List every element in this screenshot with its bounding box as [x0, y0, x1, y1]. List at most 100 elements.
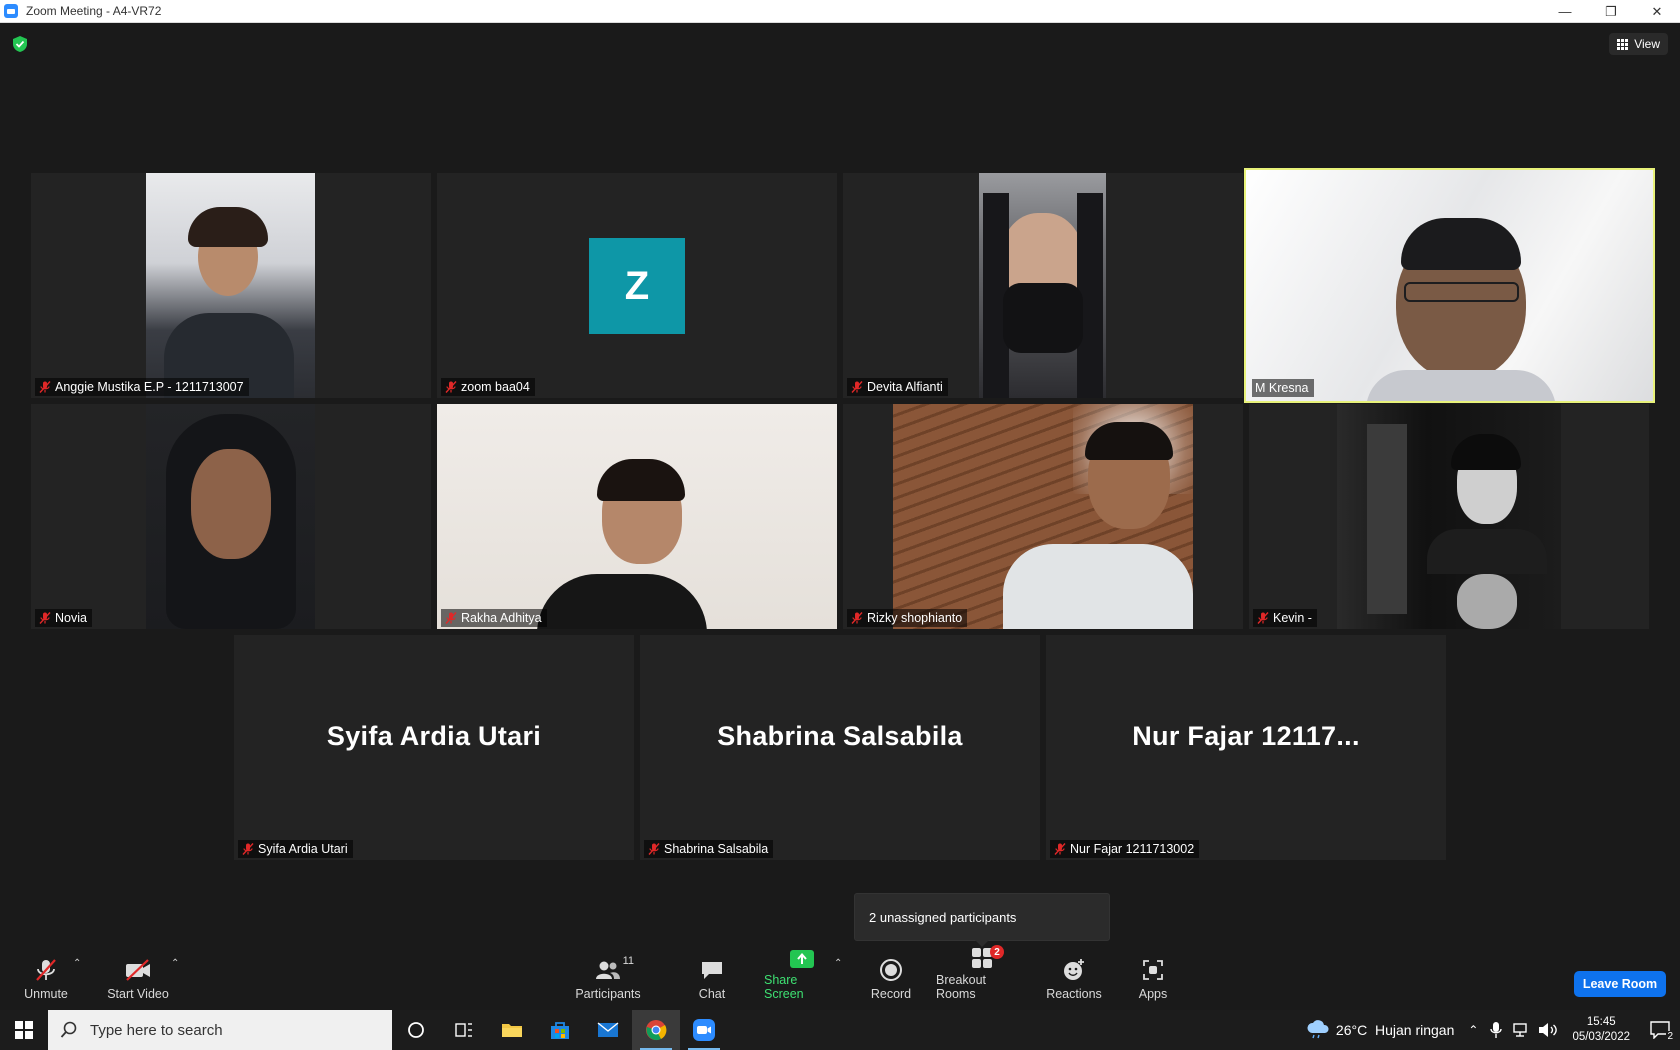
search-placeholder: Type here to search: [90, 1021, 223, 1039]
video-tile[interactable]: Devita Alfianti: [843, 173, 1243, 398]
mic-muted-icon: [648, 843, 660, 855]
participants-label: Participants: [575, 987, 641, 1001]
participants-icon: 11: [594, 955, 634, 983]
participant-avatar: Z: [589, 238, 685, 334]
network-icon[interactable]: [1512, 1022, 1530, 1038]
share-screen-icon: [788, 949, 816, 969]
windows-logo-icon: [15, 1021, 33, 1039]
reactions-button[interactable]: Reactions: [1046, 952, 1102, 1006]
participant-name: Devita Alfianti: [867, 380, 943, 394]
cortana-circle-icon: [408, 1022, 424, 1038]
video-tile[interactable]: Z zoom baa04: [437, 173, 837, 398]
chevron-up-icon[interactable]: ⌃: [1468, 1023, 1478, 1037]
video-tile-active-speaker[interactable]: M Kresna: [1244, 168, 1655, 403]
video-tile[interactable]: Anggie Mustika E.P - 1211713007: [31, 173, 431, 398]
participant-video: [146, 404, 315, 629]
share-screen-button[interactable]: Share Screen: [764, 949, 840, 1006]
participant-video: [437, 404, 837, 629]
participant-name: Anggie Mustika E.P - 1211713007: [55, 380, 244, 394]
unmute-label: Unmute: [24, 987, 68, 1001]
chat-button[interactable]: Chat: [688, 952, 736, 1006]
participant-display-name: Shabrina Salsabila: [717, 721, 963, 751]
restore-button[interactable]: ❐: [1588, 0, 1634, 23]
file-explorer-button[interactable]: [488, 1010, 536, 1050]
clock-date: 05/03/2022: [1572, 1031, 1630, 1043]
video-tile[interactable]: Kevin -: [1249, 404, 1649, 629]
participant-name-tag: Syifa Ardia Utari: [238, 840, 353, 858]
participant-name: Rizky shophianto: [867, 611, 963, 625]
notifications-button[interactable]: 2: [1640, 1010, 1680, 1050]
taskbar-clock[interactable]: 15:45 05/03/2022: [1572, 1015, 1630, 1045]
participant-video: [893, 404, 1193, 629]
video-tile[interactable]: Nur Fajar 12117... Nur Fajar 1211713002: [1046, 635, 1446, 860]
participant-name-tag: Shabrina Salsabila: [644, 840, 774, 858]
mic-muted-icon: [445, 381, 457, 393]
audio-options-caret-icon[interactable]: ⌃: [73, 958, 81, 969]
zoom-icon: [693, 1019, 715, 1041]
chat-label: Chat: [698, 987, 726, 1001]
window-controls: — ❐ ✕: [1542, 0, 1680, 23]
windows-start-button[interactable]: [0, 1010, 48, 1050]
video-tile[interactable]: Novia: [31, 404, 431, 629]
weather-text[interactable]: 26°C Hujan ringan: [1336, 1022, 1454, 1038]
mic-muted-icon: [445, 612, 457, 624]
participant-name: Rakha Adhitya: [461, 611, 542, 625]
mail-envelope-icon: [597, 1022, 619, 1037]
participant-name: Shabrina Salsabila: [664, 842, 769, 856]
task-view-button[interactable]: [440, 1010, 488, 1050]
video-tile[interactable]: Shabrina Salsabila Shabrina Salsabila: [640, 635, 1040, 860]
cloud-rain-icon: [1307, 1020, 1329, 1039]
chrome-button[interactable]: [632, 1010, 680, 1050]
reactions-label: Reactions: [1046, 987, 1102, 1001]
view-button[interactable]: View: [1609, 33, 1668, 55]
participant-display-name: Nur Fajar 12117...: [1132, 721, 1360, 751]
breakout-rooms-icon: 2: [968, 945, 1004, 969]
mic-muted-icon: [242, 843, 254, 855]
mic-muted-icon: [1257, 612, 1269, 624]
mail-button[interactable]: [584, 1010, 632, 1050]
microsoft-store-button[interactable]: [536, 1010, 584, 1050]
view-label: View: [1634, 37, 1660, 51]
clock-time: 15:45: [1586, 1016, 1616, 1028]
store-bag-icon: [551, 1022, 569, 1039]
leave-room-button[interactable]: Leave Room: [1574, 971, 1666, 997]
participant-video: [979, 173, 1106, 398]
share-options-caret-icon[interactable]: ⌃: [834, 958, 842, 969]
breakout-rooms-label: Breakout Rooms: [936, 973, 987, 1001]
record-button[interactable]: Record: [866, 952, 916, 1006]
window-title: Zoom Meeting - A4-VR72: [26, 4, 162, 18]
participants-button[interactable]: 11 Participants: [574, 952, 642, 1006]
participant-name-tag: zoom baa04: [441, 378, 535, 396]
video-tile[interactable]: Rizky shophianto: [843, 404, 1243, 629]
zoom-taskbar-button[interactable]: [680, 1010, 728, 1050]
participant-name: zoom baa04: [461, 380, 530, 394]
breakout-rooms-button[interactable]: 2 Breakout Rooms: [936, 945, 1028, 1006]
microphone-icon[interactable]: [1490, 1021, 1503, 1039]
search-icon: [60, 1021, 77, 1038]
start-video-label: Start Video: [107, 987, 169, 1001]
taskbar-search-box[interactable]: Type here to search: [48, 1010, 392, 1050]
cortana-button[interactable]: [392, 1010, 440, 1050]
mic-muted-icon: [851, 612, 863, 624]
speaker-icon[interactable]: [1538, 1022, 1558, 1038]
meeting-toolbar: Unmute ⌃ Start Video ⌃ 11 Participants C…: [0, 945, 1680, 1010]
minimize-button[interactable]: —: [1542, 0, 1588, 23]
participant-name-tag: Anggie Mustika E.P - 1211713007: [35, 378, 249, 396]
participants-count: 11: [622, 955, 634, 967]
apps-button[interactable]: Apps: [1132, 952, 1174, 1006]
start-video-button[interactable]: Start Video: [104, 952, 172, 1006]
video-tile[interactable]: Rakha Adhitya: [437, 404, 837, 629]
close-button[interactable]: ✕: [1634, 0, 1680, 23]
record-label: Record: [870, 987, 912, 1001]
windows-taskbar: Type here to search 26°C Hujan ringan ⌃ …: [0, 1010, 1680, 1050]
participant-video: [146, 173, 315, 398]
record-icon: [877, 957, 905, 983]
participant-name: Syifa Ardia Utari: [258, 842, 348, 856]
video-tile[interactable]: Syifa Ardia Utari Syifa Ardia Utari: [234, 635, 634, 860]
unmute-button[interactable]: Unmute: [18, 952, 74, 1006]
share-screen-label: Share Screen: [764, 973, 804, 1001]
participant-name: Novia: [55, 611, 87, 625]
video-options-caret-icon[interactable]: ⌃: [171, 958, 179, 969]
task-view-icon: [455, 1023, 472, 1037]
shield-icon[interactable]: [12, 35, 28, 53]
